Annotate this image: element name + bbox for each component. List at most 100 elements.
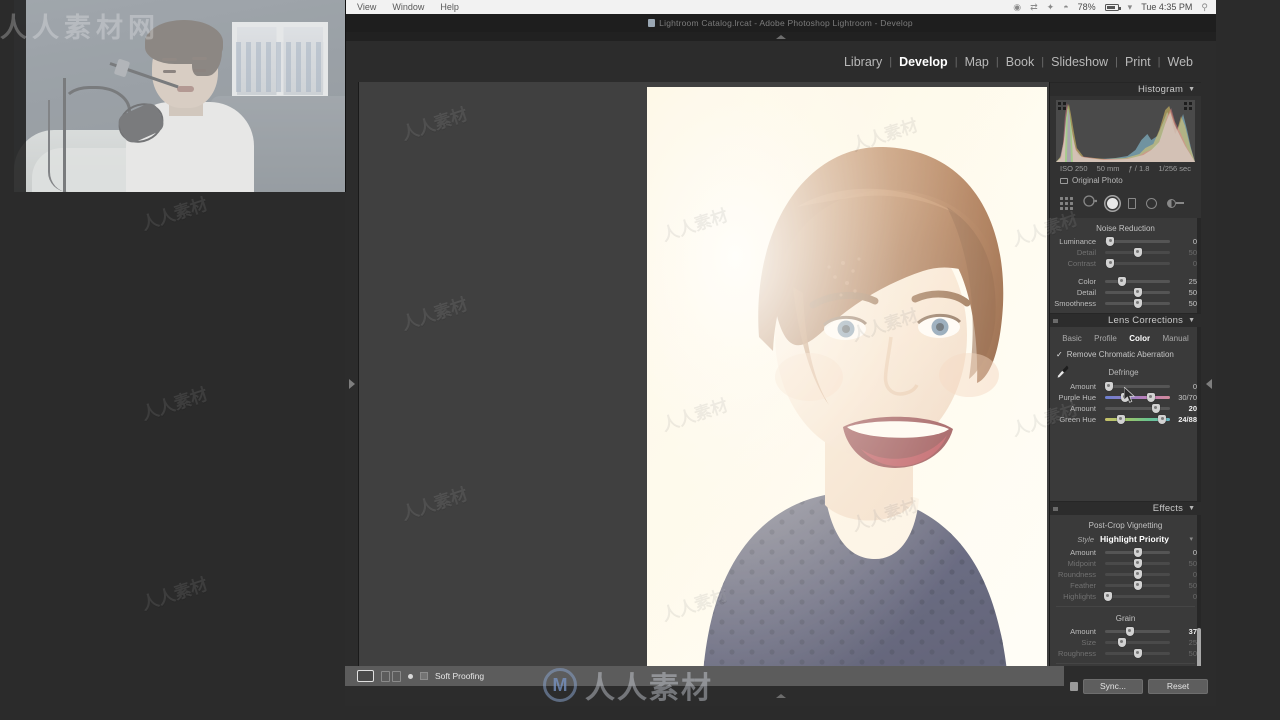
slider-knob-high[interactable] bbox=[1146, 393, 1155, 402]
slider-track[interactable] bbox=[1103, 592, 1170, 601]
slider-vignette-midpoint[interactable]: Midpoint 50 bbox=[1050, 558, 1201, 569]
tab-manual[interactable]: Manual bbox=[1163, 334, 1189, 343]
module-slideshow[interactable]: Slideshow bbox=[1044, 55, 1115, 69]
spot-removal-tool-icon[interactable] bbox=[1083, 194, 1098, 212]
original-photo-row[interactable]: Original Photo bbox=[1056, 173, 1195, 187]
image-canvas[interactable] bbox=[359, 82, 1136, 692]
menu-view[interactable]: View bbox=[357, 2, 376, 12]
chevron-down-icon[interactable]: ▼ bbox=[1188, 317, 1195, 324]
chevron-down-icon[interactable]: ▾ bbox=[1189, 535, 1197, 543]
slider-knob[interactable] bbox=[1133, 559, 1142, 568]
module-book[interactable]: Book bbox=[999, 55, 1042, 69]
slider-track[interactable] bbox=[1105, 415, 1170, 424]
reset-button[interactable]: Reset bbox=[1148, 678, 1208, 694]
copy-settings-icon[interactable] bbox=[1070, 681, 1078, 691]
tab-profile[interactable]: Profile bbox=[1094, 334, 1117, 343]
slider-knob-low[interactable] bbox=[1116, 415, 1125, 424]
chevron-down-icon[interactable]: ▼ bbox=[1188, 505, 1195, 512]
lens-corrections-panel-header[interactable]: Lens Corrections ▼ bbox=[1050, 313, 1201, 327]
slider-knob[interactable] bbox=[1133, 570, 1142, 579]
slider-grain-size[interactable]: Size 25 bbox=[1050, 637, 1201, 648]
slider-knob[interactable] bbox=[1106, 259, 1115, 268]
slider-defringe-green-amount[interactable]: Amount 20 bbox=[1050, 403, 1201, 414]
slider-knob[interactable] bbox=[1133, 299, 1142, 308]
histogram-graph[interactable] bbox=[1056, 100, 1195, 162]
adjustment-brush-tool-icon[interactable] bbox=[1167, 198, 1184, 208]
highlight-clipping-indicator[interactable] bbox=[1184, 102, 1193, 111]
slider-track[interactable] bbox=[1105, 237, 1170, 246]
slider-track[interactable] bbox=[1105, 548, 1170, 557]
slider-nr-detail-color[interactable]: Detail 50 bbox=[1050, 287, 1201, 298]
left-panel-expand-strip[interactable] bbox=[345, 82, 359, 686]
menu-window[interactable]: Window bbox=[392, 2, 424, 12]
slider-knob[interactable] bbox=[1133, 581, 1142, 590]
slider-track[interactable] bbox=[1105, 393, 1170, 402]
shadow-clipping-indicator[interactable] bbox=[1058, 102, 1067, 111]
view-options-dot-icon[interactable] bbox=[408, 673, 413, 679]
battery-icon[interactable] bbox=[1104, 3, 1121, 11]
chevron-down-icon[interactable]: ▾ bbox=[1128, 2, 1133, 12]
vignette-style-row[interactable]: Style Highlight Priority ▾ bbox=[1050, 533, 1201, 547]
slider-nr-smoothness[interactable]: Smoothness 50 bbox=[1050, 298, 1201, 309]
histogram-panel-header[interactable]: Histogram ▼ bbox=[1050, 82, 1201, 96]
share-icon[interactable]: ⇄ bbox=[1030, 2, 1038, 12]
radial-filter-tool-icon[interactable] bbox=[1146, 197, 1157, 209]
slider-vignette-feather[interactable]: Feather 50 bbox=[1050, 580, 1201, 591]
slider-grain-roughness[interactable]: Roughness 50 bbox=[1050, 648, 1201, 659]
slider-knob[interactable] bbox=[1133, 548, 1142, 557]
slider-track[interactable] bbox=[1105, 638, 1170, 647]
slider-knob[interactable] bbox=[1117, 638, 1126, 647]
tab-color[interactable]: Color bbox=[1129, 334, 1150, 343]
red-eye-tool-icon[interactable] bbox=[1107, 197, 1118, 209]
slider-grain-amount[interactable]: Amount 37 bbox=[1050, 626, 1201, 637]
webcam-overlay[interactable] bbox=[14, 0, 346, 192]
slider-knob[interactable] bbox=[1117, 277, 1126, 286]
slider-track[interactable] bbox=[1105, 299, 1170, 308]
panel-switch-icon[interactable] bbox=[1053, 507, 1058, 511]
clock-label[interactable]: Tue 4:35 PM bbox=[1141, 2, 1192, 12]
slider-track[interactable] bbox=[1105, 259, 1170, 268]
slider-knob[interactable] bbox=[1103, 592, 1112, 601]
dropbox-icon[interactable]: ✦ bbox=[1047, 2, 1055, 12]
loupe-view-icon[interactable] bbox=[357, 670, 374, 682]
top-panel-collapse-toggle[interactable] bbox=[345, 32, 1216, 41]
soft-proofing-checkbox[interactable] bbox=[420, 672, 428, 680]
slider-track[interactable] bbox=[1105, 277, 1170, 286]
crop-overlay-tool-icon[interactable] bbox=[1060, 196, 1073, 210]
module-map[interactable]: Map bbox=[958, 55, 996, 69]
photo-preview[interactable] bbox=[647, 87, 1047, 692]
slider-knob[interactable] bbox=[1106, 237, 1115, 246]
slider-track[interactable] bbox=[1105, 627, 1170, 636]
graduated-filter-tool-icon[interactable] bbox=[1128, 197, 1136, 209]
module-web[interactable]: Web bbox=[1161, 55, 1200, 69]
module-print[interactable]: Print bbox=[1118, 55, 1158, 69]
slider-vignette-amount[interactable]: Amount 0 bbox=[1050, 547, 1201, 558]
eyedropper-icon[interactable] bbox=[1056, 365, 1070, 379]
panel-switch-icon[interactable] bbox=[1053, 319, 1058, 323]
slider-nr-contrast[interactable]: Contrast 0 bbox=[1050, 258, 1201, 269]
slider-vignette-highlights[interactable]: Highlights 0 bbox=[1050, 591, 1201, 602]
slider-nr-detail-lum[interactable]: Detail 50 bbox=[1050, 247, 1201, 258]
compare-view-icons[interactable] bbox=[381, 670, 401, 682]
slider-knob[interactable] bbox=[1151, 404, 1160, 413]
wifi-icon[interactable]: ◓ bbox=[1063, 2, 1068, 12]
right-panel-collapse-strip[interactable] bbox=[1201, 82, 1216, 686]
module-develop[interactable]: Develop bbox=[892, 55, 955, 69]
record-icon[interactable]: ◉ bbox=[1013, 2, 1021, 12]
slider-nr-color[interactable]: Color 25 bbox=[1050, 276, 1201, 287]
search-icon[interactable]: ⚲ bbox=[1201, 2, 1208, 12]
slider-green-hue[interactable]: Green Hue 24/88 bbox=[1050, 414, 1201, 425]
slider-track[interactable] bbox=[1104, 382, 1170, 391]
style-value[interactable]: Highlight Priority bbox=[1100, 534, 1189, 544]
slider-knob[interactable] bbox=[1133, 649, 1142, 658]
slider-track[interactable] bbox=[1105, 559, 1170, 568]
slider-track[interactable] bbox=[1105, 570, 1170, 579]
slider-track[interactable] bbox=[1105, 581, 1170, 590]
slider-vignette-roundness[interactable]: Roundness 0 bbox=[1050, 569, 1201, 580]
module-library[interactable]: Library bbox=[837, 55, 889, 69]
slider-knob[interactable] bbox=[1133, 248, 1142, 257]
effects-panel-header[interactable]: Effects ▼ bbox=[1050, 501, 1201, 515]
sync-button[interactable]: Sync... bbox=[1083, 678, 1143, 694]
chevron-down-icon[interactable]: ▼ bbox=[1188, 86, 1195, 93]
slider-knob-high[interactable] bbox=[1158, 415, 1167, 424]
